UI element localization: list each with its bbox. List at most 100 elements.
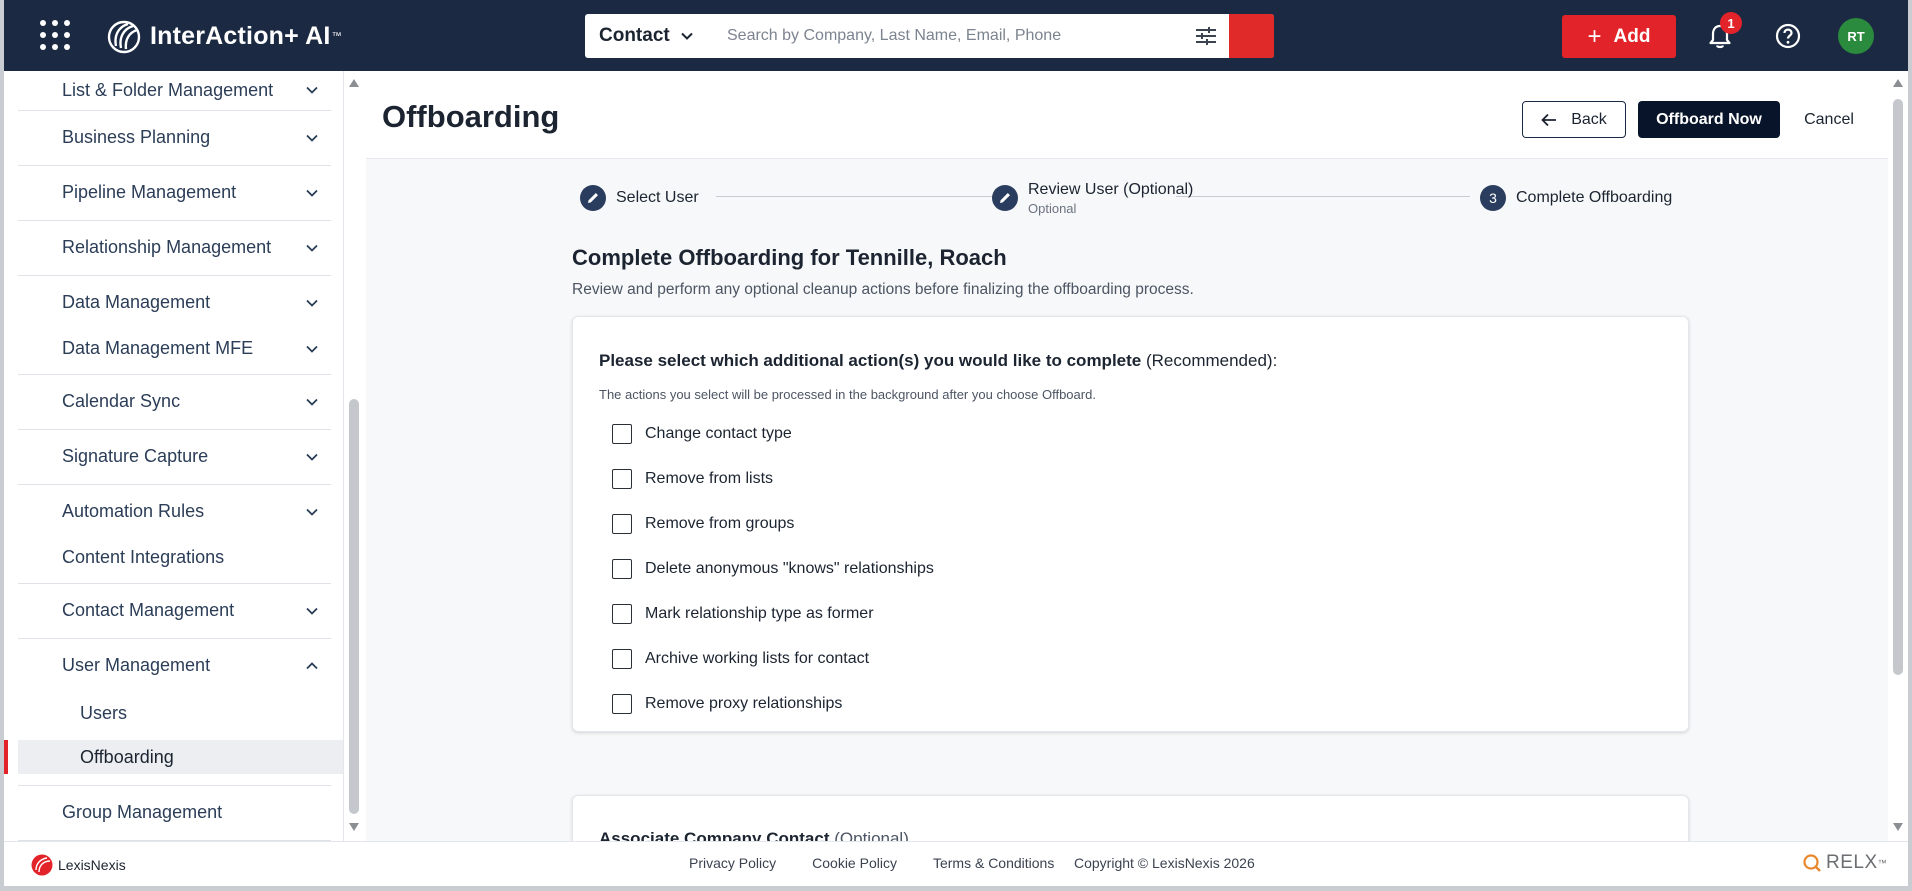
- user-avatar[interactable]: RT: [1838, 18, 1874, 54]
- step-select-user[interactable]: Select User: [580, 175, 699, 221]
- option-label: Archive working lists for contact: [645, 650, 870, 667]
- cancel-button[interactable]: Cancel: [1794, 101, 1864, 138]
- search-submit-button[interactable]: [1229, 14, 1274, 58]
- option-archive-working-lists[interactable]: Archive working lists for contact: [612, 646, 869, 672]
- sidebar-item-data-management-mfe[interactable]: Data Management MFE: [18, 330, 331, 367]
- step-connector: [716, 196, 998, 197]
- step-sublabel: Optional: [1028, 200, 1077, 216]
- sidebar-item-signature-capture[interactable]: Signature Capture: [18, 429, 331, 484]
- add-button-label: Add: [1613, 25, 1651, 47]
- sidebar-item-business-planning[interactable]: Business Planning: [18, 110, 331, 165]
- associate-company-contact-card: Associate Company Contact (Optional): [572, 795, 1689, 841]
- privacy-policy-link[interactable]: Privacy Policy: [689, 855, 776, 871]
- option-label: Remove proxy relationships: [645, 695, 843, 712]
- sidebar-item-relationship-management[interactable]: Relationship Management: [18, 220, 331, 275]
- terms-conditions-link[interactable]: Terms & Conditions: [933, 855, 1054, 871]
- add-button[interactable]: + Add: [1562, 15, 1676, 58]
- chevron-down-icon: [306, 86, 318, 94]
- step-review-user[interactable]: Review User (Optional) Optional: [992, 175, 1193, 221]
- sidebar-scrollbar[interactable]: [344, 71, 366, 841]
- scroll-up-arrow-icon[interactable]: [1893, 79, 1903, 87]
- cookie-policy-link[interactable]: Cookie Policy: [812, 855, 897, 871]
- sidebar-item-automation-rules[interactable]: Automation Rules: [18, 484, 331, 539]
- sidebar-item-pipeline-management[interactable]: Pipeline Management: [18, 165, 331, 220]
- step-complete-circle: [992, 185, 1018, 211]
- relx-emblem-icon: [1803, 854, 1821, 872]
- option-label: Delete anonymous "knows" relationships: [645, 560, 934, 577]
- sidebar-item-label: User Management: [62, 655, 211, 675]
- relx-logo[interactable]: RELX ™: [1802, 852, 1887, 874]
- search-type-dropdown[interactable]: Contact: [585, 14, 705, 58]
- checkbox[interactable]: [612, 604, 632, 624]
- main-scrollbar[interactable]: [1888, 71, 1908, 841]
- sidebar-item-group-management[interactable]: Group Management: [18, 785, 331, 840]
- option-remove-proxy-relationships[interactable]: Remove proxy relationships: [612, 691, 842, 717]
- sidebar-item-label: Content Integrations: [62, 547, 225, 567]
- chevron-down-icon: [306, 508, 318, 516]
- chevron-down-icon: [306, 607, 318, 615]
- sidebar-subitem-offboarding[interactable]: Offboarding: [4, 740, 343, 774]
- sidebar-item-contact-management[interactable]: Contact Management: [18, 583, 331, 638]
- option-label: Remove from lists: [645, 470, 774, 487]
- option-label: Mark relationship type as former: [645, 605, 874, 622]
- app-launcher-icon[interactable]: [40, 20, 70, 50]
- search-input[interactable]: [705, 14, 1183, 58]
- pencil-icon: [1000, 193, 1010, 203]
- sliders-icon: [1196, 27, 1216, 45]
- sidebar-item-label: Signature Capture: [62, 446, 209, 466]
- sidebar-scrollbar-thumb[interactable]: [349, 399, 359, 814]
- sidebar-item-label: Pipeline Management: [62, 182, 237, 202]
- brand-trademark: ™: [331, 30, 342, 42]
- option-remove-from-groups[interactable]: Remove from groups: [612, 511, 794, 537]
- actions-question: Please select which additional action(s)…: [599, 351, 1277, 371]
- scroll-down-arrow-icon[interactable]: [349, 823, 359, 831]
- scroll-up-arrow-icon[interactable]: [349, 79, 359, 87]
- checkbox[interactable]: [612, 694, 632, 714]
- copyright-text: Copyright © LexisNexis 2026: [1074, 855, 1255, 871]
- associate-card-title-text: Associate Company Contact: [599, 829, 830, 841]
- sidebar-item-label: Business Planning: [62, 127, 211, 147]
- chevron-down-icon: [306, 134, 318, 142]
- checkbox[interactable]: [612, 649, 632, 669]
- sidebar-item-list-folder-management[interactable]: List & Folder Management: [18, 71, 331, 113]
- actions-question-suffix: (Recommended):: [1145, 351, 1278, 370]
- sidebar-item-user-management[interactable]: User Management: [18, 638, 331, 693]
- scroll-down-arrow-icon[interactable]: [1893, 823, 1903, 831]
- sidebar-item-content-integrations[interactable]: Content Integrations: [18, 539, 331, 576]
- relx-trademark: ™: [1877, 858, 1887, 868]
- lexisnexis-logo[interactable]: LexisNexis: [30, 853, 126, 877]
- page-title: Offboarding: [382, 99, 560, 134]
- lexisnexis-logo-text: LexisNexis: [58, 857, 126, 873]
- step-text: Review User (Optional) Optional: [1028, 181, 1193, 216]
- search-filter-button[interactable]: [1183, 14, 1229, 58]
- option-mark-relationship-former[interactable]: Mark relationship type as former: [612, 601, 874, 627]
- sidebar-subitem-label: Users: [80, 702, 128, 723]
- step-text: Select User: [616, 189, 699, 207]
- sidebar: List & Folder Management Business Planni…: [4, 71, 344, 841]
- chevron-down-icon: [681, 32, 693, 40]
- main-scrollbar-thumb[interactable]: [1893, 99, 1903, 675]
- active-indicator: [4, 740, 8, 774]
- option-change-contact-type[interactable]: Change contact type: [612, 421, 792, 447]
- checkbox[interactable]: [612, 559, 632, 579]
- step-complete-offboarding[interactable]: 3 Complete Offboarding: [1480, 175, 1672, 221]
- help-icon[interactable]: [1774, 22, 1802, 50]
- option-remove-from-lists[interactable]: Remove from lists: [612, 466, 773, 492]
- sidebar-subitem-users[interactable]: Users: [18, 693, 343, 733]
- relx-logo-text: RELX: [1826, 852, 1878, 873]
- app-window: InterAction+ AI™ Contact + Add: [4, 0, 1908, 886]
- checkbox[interactable]: [612, 469, 632, 489]
- checkbox[interactable]: [612, 514, 632, 534]
- brand-name: InterAction+ AI: [150, 21, 331, 50]
- sidebar-item-data-management[interactable]: Data Management: [18, 275, 331, 330]
- sidebar-item-calendar-sync[interactable]: Calendar Sync: [18, 374, 331, 429]
- option-label: Change contact type: [645, 425, 792, 442]
- back-button[interactable]: Back: [1522, 101, 1626, 138]
- checkbox[interactable]: [612, 424, 632, 444]
- brand[interactable]: InterAction+ AI ™: [106, 16, 342, 56]
- sidebar-item-label: Contact Management: [62, 600, 235, 620]
- sidebar-subitem-label: Offboarding: [80, 746, 174, 767]
- offboard-now-button[interactable]: Offboard Now: [1638, 101, 1780, 138]
- option-delete-anonymous-knows[interactable]: Delete anonymous "knows" relationships: [612, 556, 934, 582]
- chevron-down-icon: [306, 345, 318, 353]
